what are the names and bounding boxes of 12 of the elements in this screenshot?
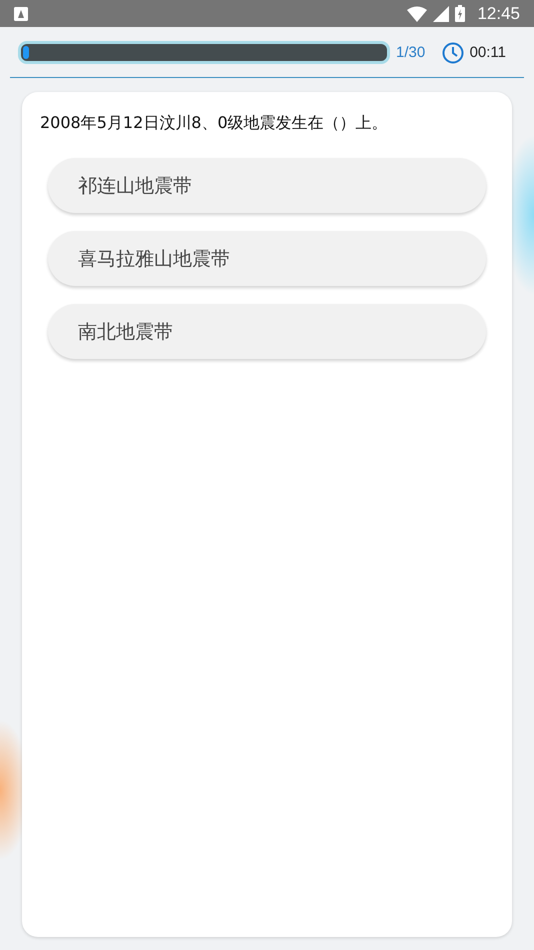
answer-option[interactable]: 祁连山地震带	[48, 158, 486, 213]
signal-icon	[433, 6, 450, 22]
battery-icon	[455, 5, 466, 22]
clock-icon	[442, 42, 464, 64]
question-counter: 1/30	[396, 44, 426, 61]
wifi-icon	[407, 6, 428, 22]
question-text: 2008年5月12日汶川8、0级地震发生在（）上。	[39, 112, 389, 134]
answer-option[interactable]: 南北地震带	[48, 304, 486, 359]
status-time: 12:45	[477, 4, 520, 24]
timer-text: 00:11	[470, 44, 506, 61]
answer-option[interactable]: 喜马拉雅山地震带	[48, 231, 486, 286]
notification-icon	[14, 6, 28, 20]
